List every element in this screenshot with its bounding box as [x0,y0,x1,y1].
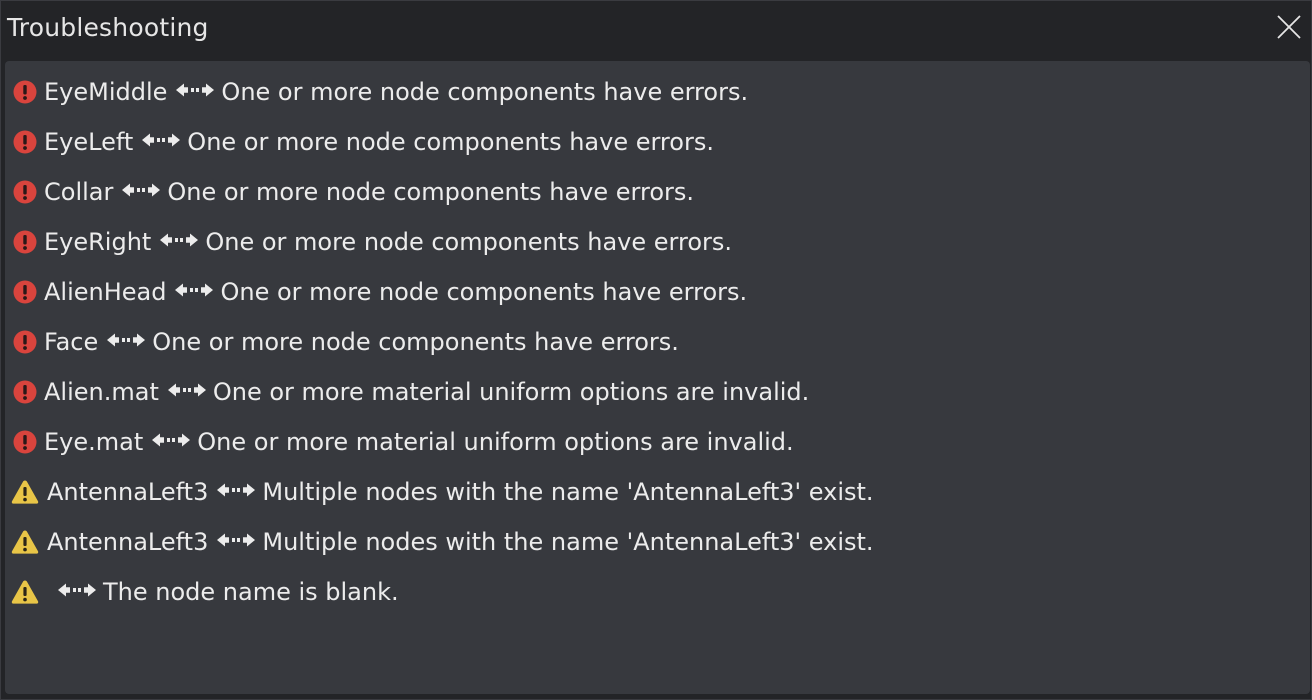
link-arrows-icon [57,582,97,598]
issue-message: One or more node components have errors. [187,128,714,156]
issue-row[interactable]: AntennaLeft3 Multiple nodes with the name… [5,464,1310,514]
error-icon [13,230,37,254]
issue-node-name: AlienHead [44,278,167,306]
error-icon [13,130,37,154]
issue-message: Multiple nodes with the name 'AntennaLef… [262,528,874,556]
error-icon [13,80,37,104]
issue-text: Eye.mat One or more material uniform opti… [44,425,794,459]
issue-message: One or more node components have errors. [221,78,749,106]
window-title: Troubleshooting [7,13,209,42]
error-icon [13,330,37,354]
issue-text: AntennaLeft3 Multiple nodes with the name… [47,525,874,559]
link-arrows-icon [216,532,256,548]
issue-message: One or more node components have errors. [167,178,695,206]
issue-text: EyeLeft One or more node components have … [44,125,714,159]
issue-row[interactable]: Eye.mat One or more material uniform opti… [5,414,1310,464]
issue-node-name: Face [44,328,99,356]
issue-node-name: AntennaLeft3 [47,478,209,506]
issue-message: One or more node components have errors. [205,228,732,256]
close-icon [1277,15,1301,39]
issue-node-name: Collar [44,178,114,206]
link-arrows-icon [175,82,215,98]
issue-row[interactable]: EyeMiddle One or more node components hav… [5,64,1310,114]
issue-row[interactable]: EyeRight One or more node components have… [5,214,1310,264]
issue-node-name: EyeRight [44,228,152,256]
issue-node-name: AntennaLeft3 [47,528,209,556]
warning-icon [11,479,39,505]
issue-node-name: EyeLeft [44,128,134,156]
link-arrows-icon [159,232,199,248]
issue-row[interactable]: The node name is blank. [5,564,1310,614]
issue-row[interactable]: Alien.mat One or more material uniform op… [5,364,1310,414]
link-arrows-icon [106,332,146,348]
issue-node-name: Eye.mat [44,428,144,456]
error-icon [13,180,37,204]
issue-message: One or more material uniform options are… [212,378,810,406]
issue-message: Multiple nodes with the name 'AntennaLef… [262,478,874,506]
link-arrows-icon [141,132,181,148]
link-arrows-icon [216,482,256,498]
troubleshooting-window: Troubleshooting EyeMiddle One or more nod… [0,0,1312,700]
link-arrows-icon [151,432,191,448]
error-icon [13,430,37,454]
issue-text: The node name is blank. [47,575,399,609]
warning-icon [11,529,39,555]
warning-icon [11,579,39,605]
issue-text: Face One or more node components have err… [44,325,679,359]
link-arrows-icon [174,282,214,298]
issue-text: Collar One or more node components have e… [44,175,694,209]
issue-row[interactable]: EyeLeft One or more node components have … [5,114,1310,164]
error-icon [13,380,37,404]
error-icon [13,280,37,304]
issue-node-name: EyeMiddle [44,78,168,106]
issue-text: AlienHead One or more node components hav… [44,275,747,309]
issue-text: EyeRight One or more node components have… [44,225,732,259]
issue-message: The node name is blank. [103,578,399,606]
title-bar: Troubleshooting [1,1,1311,57]
issues-panel[interactable]: EyeMiddle One or more node components hav… [5,61,1310,694]
close-button[interactable] [1275,13,1303,41]
issue-row[interactable]: Collar One or more node components have e… [5,164,1310,214]
issue-row[interactable]: AlienHead One or more node components hav… [5,264,1310,314]
link-arrows-icon [167,382,207,398]
issue-node-name: Alien.mat [44,378,159,406]
issue-row[interactable]: AntennaLeft3 Multiple nodes with the name… [5,514,1310,564]
issue-message: One or more material uniform options are… [197,428,794,456]
issue-message: One or more node components have errors. [152,328,679,356]
issue-row[interactable]: Face One or more node components have err… [5,314,1310,364]
issue-message: One or more node components have errors. [220,278,748,306]
issue-text: AntennaLeft3 Multiple nodes with the name… [47,475,874,509]
issue-text: EyeMiddle One or more node components hav… [44,75,748,109]
link-arrows-icon [121,182,161,198]
issue-text: Alien.mat One or more material uniform op… [44,375,809,409]
